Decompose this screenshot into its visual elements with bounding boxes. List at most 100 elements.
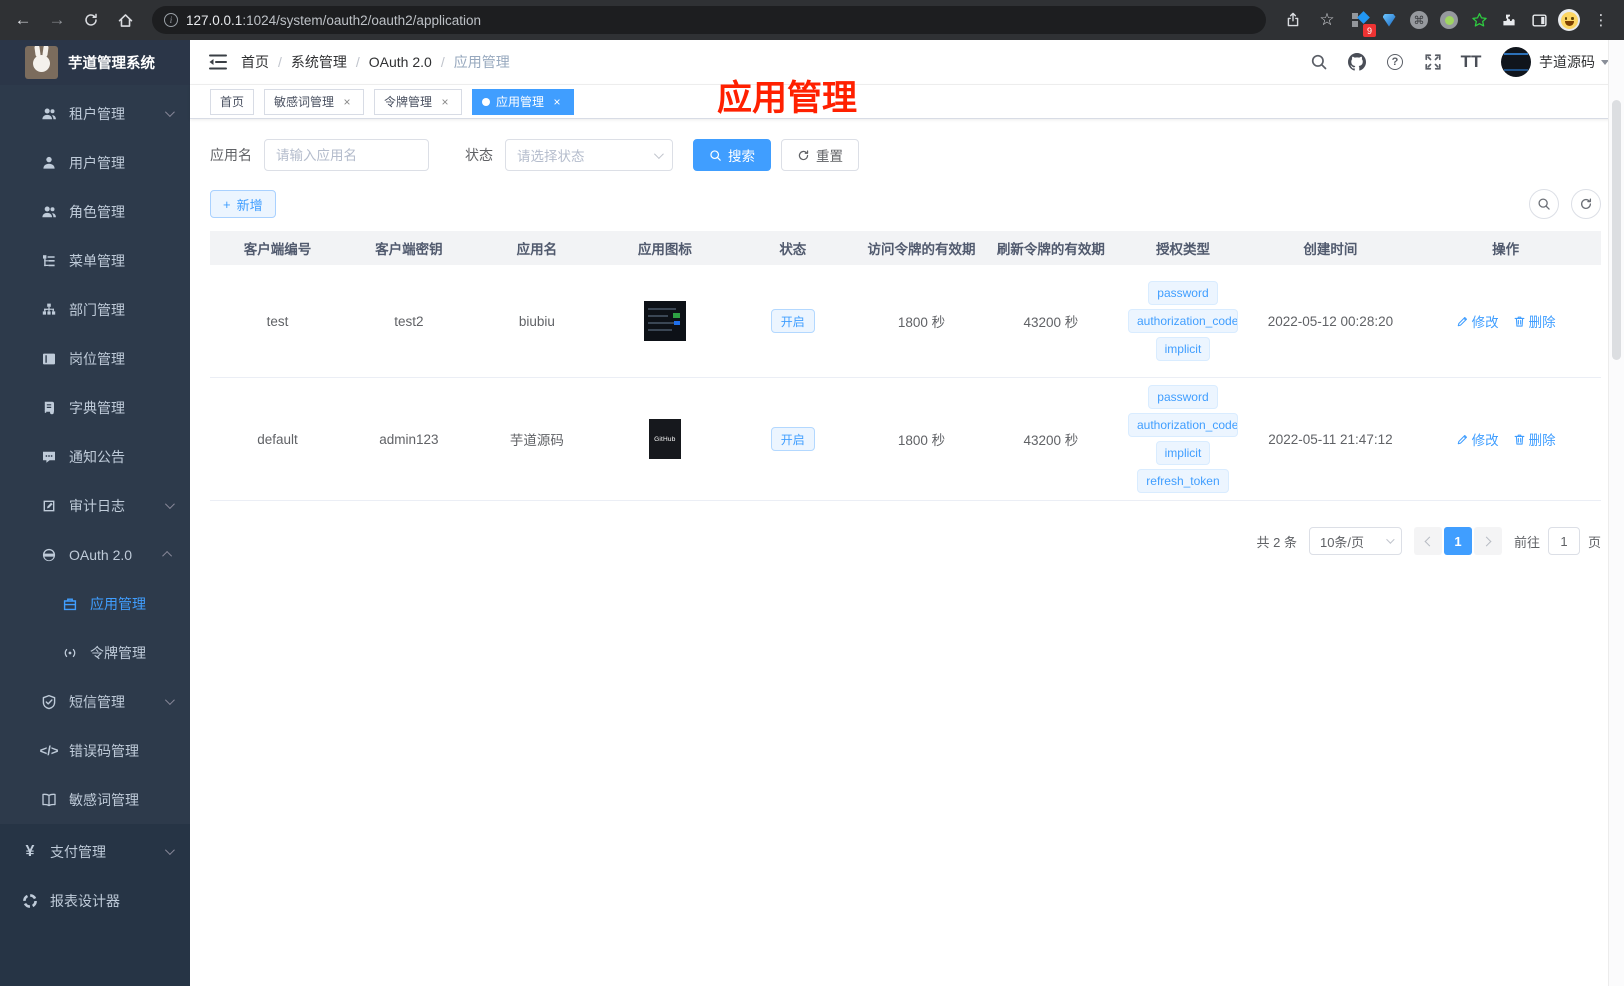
extension-command-icon[interactable]: ⌘ (1406, 7, 1432, 33)
search-icon (709, 149, 722, 162)
extension-grid-icon[interactable]: 9 (1346, 7, 1376, 37)
yen-icon: ¥ (25, 842, 35, 860)
profile-avatar[interactable] (1556, 7, 1582, 33)
sidebar-item-dept[interactable]: 部门管理 (0, 285, 190, 334)
app-icon-thumbnail (643, 301, 686, 341)
scrollbar[interactable] (1608, 40, 1624, 986)
sidebar-item-menu[interactable]: 菜单管理 (0, 236, 190, 285)
tag-home[interactable]: 首页 (210, 88, 255, 115)
extensions-puzzle-icon[interactable] (1496, 7, 1522, 33)
delete-button[interactable]: 删除 (1513, 429, 1556, 449)
extension-star-icon[interactable] (1466, 7, 1492, 33)
github-icon[interactable] (1343, 48, 1371, 76)
share-icon[interactable] (1278, 5, 1308, 35)
sidebar-item-tenant[interactable]: 租户管理 (0, 89, 190, 138)
side-panel-icon[interactable] (1526, 7, 1552, 33)
filter-form: 应用名 状态 请选择状态 搜索 重置 (210, 139, 1601, 171)
sidebar-item-pay[interactable]: ¥ 支付管理 (0, 827, 190, 876)
fullscreen-icon[interactable] (1419, 48, 1447, 76)
sidebar-item-dict[interactable]: 字典管理 (0, 383, 190, 432)
scrollbar-thumb[interactable] (1612, 100, 1621, 360)
sidebar-item-report-designer[interactable]: 报表设计器 (0, 876, 190, 925)
close-icon[interactable]: × (340, 95, 354, 109)
add-button[interactable]: + 新增 (210, 190, 276, 218)
sidebar-item-audit-log[interactable]: 审计日志 (0, 481, 190, 530)
sidebar-item-notice[interactable]: 通知公告 (0, 432, 190, 481)
page-number-current[interactable]: 1 (1443, 527, 1472, 555)
close-icon[interactable]: × (438, 95, 452, 109)
tag-application-active[interactable]: 应用管理 × (472, 88, 575, 115)
chevron-up-icon (162, 550, 173, 561)
refresh-table-button[interactable] (1571, 189, 1601, 219)
sidebar-item-oauth-app[interactable]: 应用管理 (0, 579, 190, 628)
breadcrumb: 首页 / 系统管理 / OAuth 2.0 / 应用管理 (241, 52, 510, 72)
sidebar-item-sensitive-word[interactable]: 敏感词管理 (0, 775, 190, 824)
grant-type-tag: password (1148, 281, 1218, 305)
search-button[interactable]: 搜索 (693, 139, 771, 171)
refresh-icon (797, 149, 810, 162)
close-icon[interactable]: × (550, 95, 564, 109)
edit-button[interactable]: 修改 (1456, 429, 1499, 449)
sidebar-item-post[interactable]: 岗位管理 (0, 334, 190, 383)
reload-button[interactable] (76, 5, 106, 35)
app-name-input[interactable] (264, 139, 429, 171)
dictionary-icon (41, 400, 57, 416)
extension-record-icon[interactable] (1436, 7, 1462, 33)
search-icon[interactable] (1305, 48, 1333, 76)
briefcase-icon (62, 596, 78, 612)
delete-button[interactable]: 删除 (1513, 311, 1556, 331)
status-select[interactable]: 请选择状态 (505, 139, 673, 171)
forward-button[interactable]: → (42, 5, 72, 35)
menu-tree-icon (41, 253, 57, 269)
extension-gem-icon[interactable] (1376, 7, 1402, 33)
bookmark-star-icon[interactable]: ☆ (1312, 5, 1342, 35)
tag-sensitive-word[interactable]: 敏感词管理 × (264, 88, 365, 115)
page-size-select[interactable]: 10条/页 (1308, 527, 1402, 555)
goto-label: 前往 (1513, 534, 1540, 550)
next-page-button[interactable] (1473, 527, 1502, 555)
font-size-icon[interactable]: TT (1457, 48, 1485, 76)
grant-type-tag: implicit (1155, 441, 1211, 465)
address-bar[interactable]: i 127.0.0.1:1024/system/oauth2/oauth2/ap… (152, 6, 1266, 34)
sidebar-item-oauth-token[interactable]: 令牌管理 (0, 628, 190, 677)
grant-type-tag: authorization_code (1127, 309, 1238, 333)
extension-badge: 9 (1363, 24, 1376, 37)
sidebar-item-oauth[interactable]: OAuth 2.0 (0, 530, 190, 579)
pen-icon (1456, 315, 1469, 328)
chevron-down-icon (164, 499, 175, 510)
status-badge: 开启 (770, 309, 815, 333)
site-info-icon[interactable]: i (164, 13, 178, 27)
breadcrumb-home[interactable]: 首页 (241, 52, 269, 72)
sidebar-item-user[interactable]: 用户管理 (0, 138, 190, 187)
pen-icon (1456, 433, 1469, 446)
chrome-menu-icon[interactable]: ⋮ (1586, 5, 1616, 35)
sidebar-item-role[interactable]: 角色管理 (0, 187, 190, 236)
edit-button[interactable]: 修改 (1456, 311, 1499, 331)
org-tree-icon (41, 302, 57, 318)
sidebar-item-error-code[interactable]: </> 错误码管理 (0, 726, 190, 775)
help-icon[interactable]: ? (1381, 48, 1409, 76)
applications-table: 客户端编号 客户端密钥 应用名 应用图标 状态 访问令牌的有效期 刷新令牌的有效… (210, 231, 1601, 501)
chevron-down-icon (1386, 535, 1395, 544)
breadcrumb-system[interactable]: 系统管理 (291, 52, 347, 72)
home-button[interactable] (110, 5, 140, 35)
tags-view-bar: 首页 敏感词管理 × 令牌管理 × 应用管理 × (190, 85, 1624, 119)
open-book-icon (41, 792, 57, 808)
reset-button[interactable]: 重置 (781, 139, 859, 171)
tag-token[interactable]: 令牌管理 × (374, 88, 463, 115)
plus-icon: + (223, 196, 231, 212)
chevron-down-icon (164, 695, 175, 706)
goto-page-input[interactable] (1547, 527, 1580, 555)
url-text: 127.0.0.1:1024/system/oauth2/oauth2/appl… (186, 12, 481, 28)
status-badge: 开启 (770, 427, 815, 451)
app-logo[interactable]: 芋道管理系统 (0, 40, 190, 85)
table-toolbar: + 新增 (210, 189, 1601, 219)
collapse-sidebar-icon[interactable] (207, 51, 229, 73)
back-button[interactable]: ← (8, 5, 38, 35)
total-count: 共 2 条 (1256, 534, 1297, 550)
user-menu[interactable]: 芋道源码 (1501, 47, 1609, 77)
show-search-toggle-button[interactable] (1529, 189, 1559, 219)
breadcrumb-oauth[interactable]: OAuth 2.0 (369, 54, 432, 70)
prev-page-button[interactable] (1413, 527, 1442, 555)
sidebar-item-sms[interactable]: 短信管理 (0, 677, 190, 726)
